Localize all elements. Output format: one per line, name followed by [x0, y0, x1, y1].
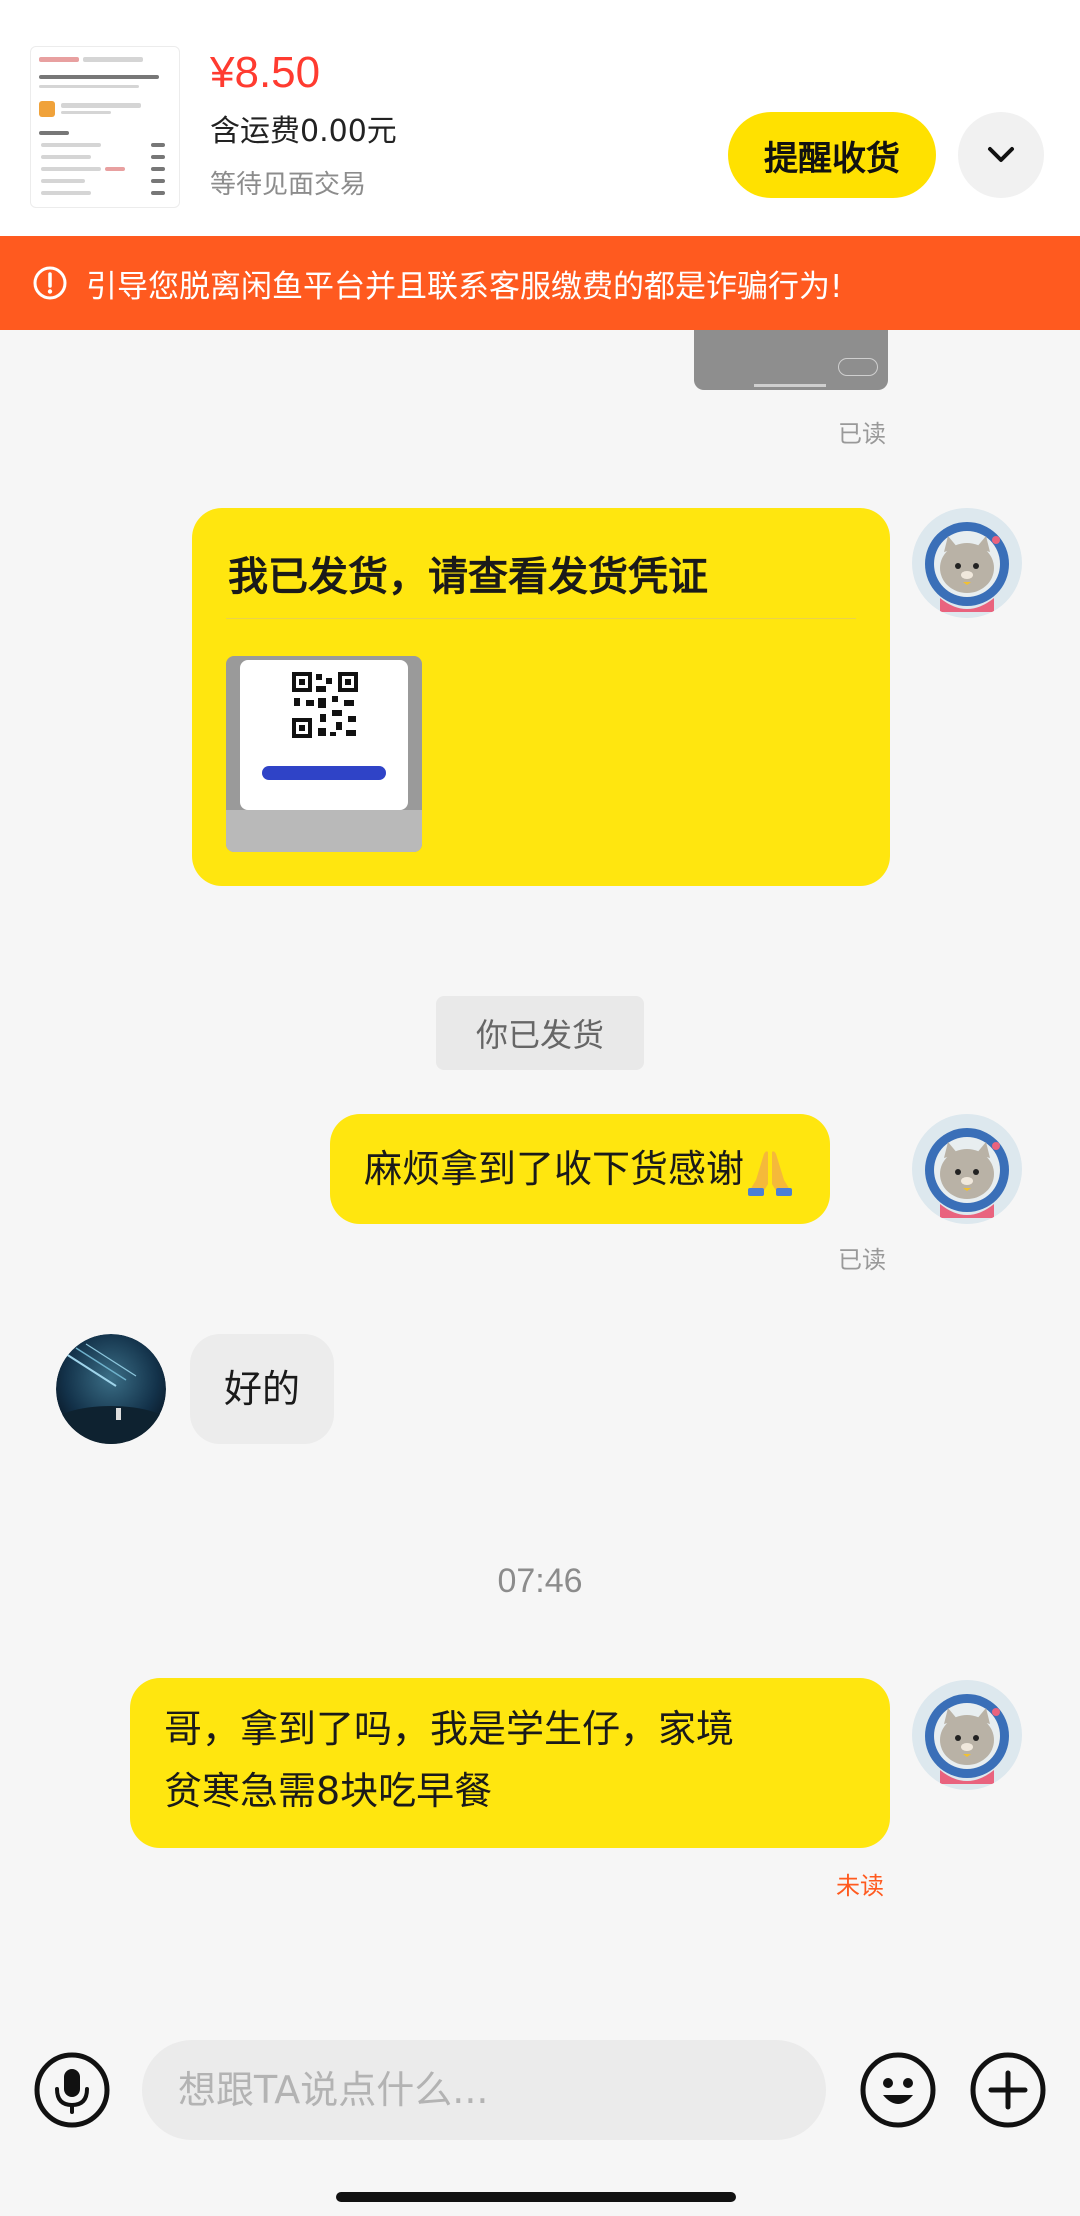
shipment-proof-card[interactable]: 我已发货，请查看发货凭证 — [192, 508, 890, 886]
divider — [226, 618, 856, 619]
more-options-button[interactable] — [968, 2050, 1048, 2130]
cat-avatar-icon — [912, 1680, 1022, 1790]
message-text: 好的 — [224, 1367, 301, 1411]
night-sky-avatar-icon — [56, 1334, 166, 1444]
read-receipt: 已读 — [838, 1246, 886, 1274]
emoji-icon — [860, 2052, 936, 2128]
fraud-warning-banner: 引导您脱离闲鱼平台并且联系客服缴费的都是诈骗行为! — [0, 236, 1080, 330]
microphone-icon — [34, 2052, 110, 2128]
other-message-bubble[interactable]: 好的 — [190, 1334, 335, 1444]
voice-button[interactable] — [32, 2050, 112, 2130]
home-indicator — [336, 2192, 736, 2202]
message-input[interactable] — [142, 2040, 826, 2140]
cat-avatar-icon — [912, 508, 1022, 618]
shipment-proof-image[interactable] — [226, 656, 422, 852]
chevron-down-icon — [988, 147, 1014, 162]
my-message-bubble[interactable]: 麻烦拿到了收下货感谢 — [330, 1114, 831, 1224]
emoji-button[interactable] — [858, 2050, 938, 2130]
folded-hands-icon — [748, 1150, 793, 1196]
fraud-warning-text: 引导您脱离闲鱼平台并且联系客服缴费的都是诈骗行为! — [86, 268, 843, 305]
alert-circle-icon — [33, 266, 67, 300]
shipment-card-title: 我已发货，请查看发货凭证 — [228, 554, 708, 600]
cat-avatar-icon — [912, 1114, 1022, 1224]
message-text-line: 贫寒急需8块吃早餐 — [164, 1769, 493, 1813]
message-text: 麻烦拿到了收下货感谢 — [364, 1147, 745, 1191]
other-user-avatar[interactable] — [56, 1334, 166, 1444]
system-notice: 你已发货 — [436, 996, 644, 1070]
message-input-bar — [0, 2016, 1080, 2216]
qr-code-icon — [290, 670, 360, 740]
unread-receipt: 未读 — [836, 1872, 884, 1900]
product-thumbnail[interactable] — [30, 46, 180, 208]
expand-button[interactable] — [958, 112, 1044, 198]
my-avatar[interactable] — [912, 1680, 1022, 1790]
shipping-fee: 含运费0.00元 — [210, 114, 397, 149]
my-message-bubble[interactable]: 哥，拿到了吗，我是学生仔，家境 贫寒急需8块吃早餐 — [130, 1678, 890, 1848]
order-header: ¥8.50 含运费0.00元 等待见面交易 提醒收货 — [0, 0, 1080, 236]
previous-image-message[interactable] — [694, 330, 888, 390]
message-text-line: 哥，拿到了吗，我是学生仔，家境 — [164, 1707, 735, 1751]
my-avatar[interactable] — [912, 1114, 1022, 1224]
plus-icon — [970, 2052, 1046, 2128]
order-status: 等待见面交易 — [210, 170, 367, 200]
order-price: ¥8.50 — [210, 48, 321, 97]
my-avatar[interactable] — [912, 508, 1022, 618]
remind-receipt-button[interactable]: 提醒收货 — [728, 112, 936, 198]
chat-timestamp: 07:46 — [497, 1562, 583, 1600]
read-receipt: 已读 — [838, 420, 886, 448]
